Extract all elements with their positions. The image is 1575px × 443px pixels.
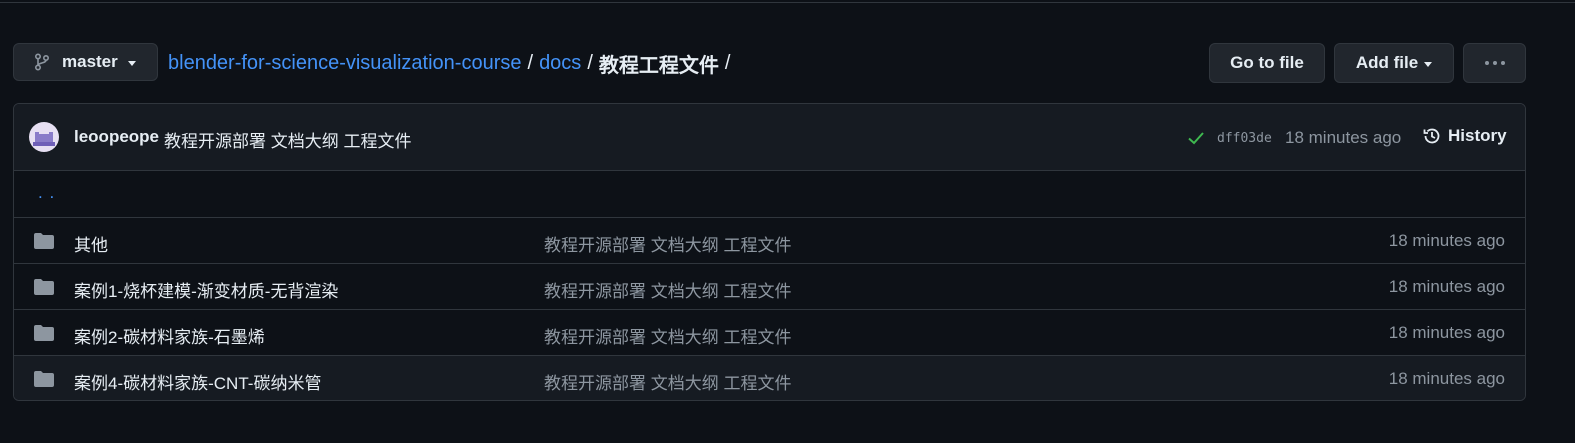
folder-icon: [34, 371, 54, 387]
breadcrumb-current-folder: 教程工程文件: [598, 54, 719, 77]
check-icon[interactable]: [1187, 130, 1205, 146]
breadcrumb: blender-for-science-visualization-course…: [168, 43, 736, 83]
parent-directory-link[interactable]: . .: [38, 183, 55, 203]
table-row[interactable]: 案例4-碳材料家族-CNT-碳纳米管 教程开源部署 文档大纲 工程文件 18 m…: [14, 355, 1525, 400]
table-row[interactable]: 案例1-烧杯建模-渐变材质-无背渲染 教程开源部署 文档大纲 工程文件 18 m…: [14, 263, 1525, 309]
more-options-button[interactable]: [1463, 43, 1526, 83]
chevron-down-icon: [1424, 61, 1433, 67]
breadcrumb-docs-link[interactable]: docs: [539, 52, 581, 75]
top-divider: [0, 2, 1575, 3]
history-icon: [1423, 128, 1440, 144]
folder-name[interactable]: 案例1-烧杯建模-渐变材质-无背渲染: [74, 277, 338, 302]
row-commit-message[interactable]: 教程开源部署 文档大纲 工程文件: [544, 369, 791, 394]
file-list: leoopeope 教程开源部署 文档大纲 工程文件 dff03de 18 mi…: [13, 103, 1526, 401]
history-button[interactable]: History: [1422, 126, 1507, 146]
breadcrumb-repo-link[interactable]: blender-for-science-visualization-course: [168, 52, 522, 75]
go-to-file-label: Go to file: [1230, 53, 1304, 72]
go-to-file-button[interactable]: Go to file: [1209, 43, 1325, 83]
git-branch-icon: [34, 53, 50, 71]
folder-name[interactable]: 其他: [74, 231, 108, 256]
file-navigation-toolbar: master blender-for-science-visualization…: [13, 43, 1526, 83]
row-commit-time: 18 minutes ago: [1388, 369, 1505, 388]
row-commit-message[interactable]: 教程开源部署 文档大纲 工程文件: [544, 231, 791, 256]
folder-icon: [34, 325, 54, 341]
chevron-down-icon: [127, 60, 136, 66]
commit-message[interactable]: 教程开源部署 文档大纲 工程文件: [164, 127, 411, 152]
table-row[interactable]: 案例2-碳材料家族-石墨烯 教程开源部署 文档大纲 工程文件 18 minute…: [14, 309, 1525, 355]
latest-commit-bar: leoopeope 教程开源部署 文档大纲 工程文件 dff03de 18 mi…: [14, 104, 1525, 171]
row-commit-message[interactable]: 教程开源部署 文档大纲 工程文件: [544, 323, 791, 348]
folder-icon: [34, 279, 54, 295]
folder-name[interactable]: 案例4-碳材料家族-CNT-碳纳米管: [74, 369, 321, 394]
folder-icon: [34, 233, 54, 249]
breadcrumb-separator: /: [724, 51, 731, 74]
avatar[interactable]: [29, 122, 59, 152]
row-commit-message[interactable]: 教程开源部署 文档大纲 工程文件: [544, 277, 791, 302]
add-file-button[interactable]: Add file: [1334, 43, 1454, 83]
row-commit-time: 18 minutes ago: [1388, 231, 1505, 250]
row-commit-time: 18 minutes ago: [1388, 323, 1505, 342]
table-row[interactable]: 其他 教程开源部署 文档大纲 工程文件 18 minutes ago: [14, 217, 1525, 263]
row-commit-time: 18 minutes ago: [1388, 277, 1505, 296]
commit-time: 18 minutes ago: [1285, 128, 1402, 147]
commit-sha[interactable]: dff03de: [1217, 131, 1272, 146]
breadcrumb-separator: /: [527, 51, 534, 74]
add-file-label: Add file: [1355, 53, 1419, 72]
history-label: History: [1448, 126, 1507, 145]
breadcrumb-separator: /: [587, 51, 593, 74]
folder-name[interactable]: 案例2-碳材料家族-石墨烯: [74, 323, 265, 348]
kebab-horizontal-icon: [1484, 61, 1505, 65]
branch-name: master: [62, 52, 118, 71]
branch-selector-button[interactable]: master: [13, 43, 158, 81]
commit-author[interactable]: leoopeope: [74, 127, 159, 147]
parent-directory-row[interactable]: . .: [14, 171, 1525, 217]
